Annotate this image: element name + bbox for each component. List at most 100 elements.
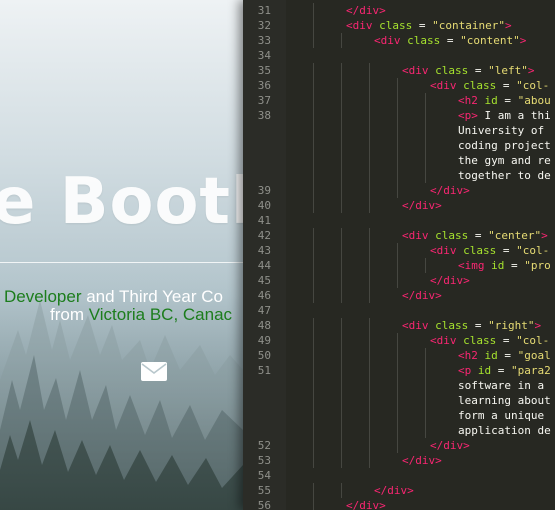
line-number: 39 <box>257 184 271 197</box>
code-token: <div <box>346 19 373 32</box>
code-text: <div class = "col- <box>430 333 549 348</box>
code-token: id <box>477 349 498 362</box>
code-line[interactable]: software in a <box>243 378 555 393</box>
code-token: software in a <box>458 379 545 392</box>
code-token: class <box>456 334 497 347</box>
code-line[interactable]: 52 </div> <box>243 438 555 453</box>
envelope-icon[interactable] <box>141 362 167 381</box>
indent-guide <box>425 393 426 408</box>
code-token: id <box>477 94 498 107</box>
code-line[interactable]: learning about <box>243 393 555 408</box>
indent-guide <box>369 93 370 108</box>
code-line[interactable]: 31 </div> <box>243 3 555 18</box>
indent-guide <box>397 273 398 288</box>
line-number: 37 <box>257 94 271 107</box>
code-text: <div class = "col- <box>430 243 549 258</box>
code-line[interactable]: together to de <box>243 168 555 183</box>
indent-guide <box>313 63 314 78</box>
code-token: "content" <box>460 34 520 47</box>
indent-guide <box>313 288 314 303</box>
code-text: </div> <box>402 288 442 303</box>
code-line[interactable]: 54 <box>243 468 555 483</box>
code-token: > <box>471 109 478 122</box>
code-line[interactable]: 44 <img id = "pro <box>243 258 555 273</box>
indent-guide <box>341 198 342 213</box>
line-number: 38 <box>257 109 271 122</box>
code-line[interactable]: 56 </div> <box>243 498 555 510</box>
line-number: 47 <box>257 304 271 317</box>
code-line[interactable]: 42 <div class = "center"> <box>243 228 555 243</box>
code-text: <div class = "col- <box>430 78 549 93</box>
indent-guide <box>341 153 342 168</box>
indent-guide <box>369 453 370 468</box>
code-line[interactable]: 34 <box>243 48 555 63</box>
code-line[interactable]: 53 </div> <box>243 453 555 468</box>
indent-guide <box>313 363 314 378</box>
code-line[interactable]: 37 <h2 id = "abou <box>243 93 555 108</box>
indent-guide <box>313 108 314 123</box>
code-line[interactable]: University of <box>243 123 555 138</box>
code-line[interactable]: 32 <div class = "container"> <box>243 18 555 33</box>
code-line[interactable]: 33 <div class = "content"> <box>243 33 555 48</box>
indent-guide <box>341 318 342 333</box>
code-text: <div class = "center"> <box>402 228 548 243</box>
tagline-developer: Developer <box>4 287 82 306</box>
code-token: <div <box>430 79 457 92</box>
code-line[interactable]: 50 <h2 id = "goal <box>243 348 555 363</box>
code-token: <div <box>430 334 457 347</box>
code-line[interactable]: 45 </div> <box>243 273 555 288</box>
code-token: </div> <box>346 499 386 510</box>
code-text: <div class = "container"> <box>346 18 512 33</box>
line-number: 41 <box>257 214 271 227</box>
code-token: div <box>359 4 380 17</box>
code-line[interactable]: 46 </div> <box>243 288 555 303</box>
indent-guide <box>397 348 398 363</box>
code-line[interactable]: 35 <div class = "left"> <box>243 63 555 78</box>
code-line[interactable]: coding project <box>243 138 555 153</box>
code-token: <p <box>458 364 472 377</box>
indent-guide <box>397 438 398 453</box>
code-token: <img <box>458 259 485 272</box>
code-token: </div> <box>430 274 470 287</box>
line-number: 56 <box>257 499 271 510</box>
code-token: coding project <box>458 139 551 152</box>
code-line[interactable]: 43 <div class = "col- <box>243 243 555 258</box>
code-line[interactable]: 55 </div> <box>243 483 555 498</box>
code-token: <div <box>374 34 401 47</box>
indent-guide <box>341 108 342 123</box>
indent-guide <box>397 123 398 138</box>
indent-guide <box>369 318 370 333</box>
code-editor-pane[interactable]: 31 </div> 32 <div class = "container"> 33 <di… <box>243 0 555 510</box>
indent-guide <box>313 258 314 273</box>
indent-guide <box>313 378 314 393</box>
code-line[interactable]: form a unique <box>243 408 555 423</box>
indent-guide <box>369 273 370 288</box>
code-line[interactable]: the gym and re <box>243 153 555 168</box>
indent-guide <box>369 63 370 78</box>
code-line[interactable]: 38 <p> I am a thi <box>243 108 555 123</box>
code-token: form a unique <box>458 409 545 422</box>
indent-guide <box>369 198 370 213</box>
line-number: 40 <box>257 199 271 212</box>
code-line[interactable]: 36 <div class = "col- <box>243 78 555 93</box>
code-line[interactable]: 51 <p id = "para2 <box>243 363 555 378</box>
code-line[interactable]: 40 </div> <box>243 198 555 213</box>
code-token: "goal <box>517 349 551 362</box>
code-line[interactable]: 47 <box>243 303 555 318</box>
indent-guide <box>369 408 370 423</box>
code-line[interactable]: application de <box>243 423 555 438</box>
hero-tagline-line1: Developer and Third Year Co <box>4 287 223 307</box>
code-token: <p <box>458 109 472 122</box>
code-line[interactable]: 41 <box>243 213 555 228</box>
code-text: </div> <box>402 198 442 213</box>
line-number: 43 <box>257 244 271 257</box>
code-line[interactable]: 39 </div> <box>243 183 555 198</box>
code-line[interactable]: 48 <div class = "right"> <box>243 318 555 333</box>
indent-guide <box>341 333 342 348</box>
indent-guide <box>313 3 314 18</box>
code-token: <div <box>430 244 457 257</box>
code-token: class <box>372 19 413 32</box>
indent-guide <box>313 168 314 183</box>
code-line[interactable]: 49 <div class = "col- <box>243 333 555 348</box>
line-number: 49 <box>257 334 271 347</box>
